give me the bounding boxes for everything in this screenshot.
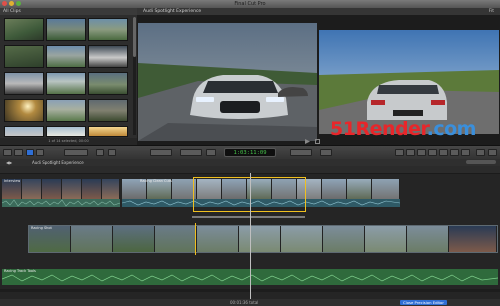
clip-label: Racing Clean Cuts <box>140 179 172 183</box>
themes-button[interactable] <box>439 149 448 156</box>
clip-thumbnail[interactable] <box>88 18 128 41</box>
import-button[interactable] <box>3 149 12 156</box>
keyword-button[interactable] <box>26 149 34 156</box>
back-icon[interactable]: ◀▶ <box>6 159 12 166</box>
clip-thumbnail[interactable] <box>88 45 128 68</box>
viewer-header: Audi Spotlight Experience Fit <box>137 8 500 15</box>
viewer-zoom[interactable]: Fit <box>489 8 494 15</box>
reject-button[interactable] <box>96 149 104 156</box>
titles-button[interactable] <box>417 149 426 156</box>
media-browser-button[interactable] <box>395 149 404 156</box>
append-button[interactable] <box>108 149 116 156</box>
clip-label: Interview <box>4 179 21 183</box>
edit-point-marker[interactable] <box>195 223 196 255</box>
play-icon[interactable] <box>305 139 310 144</box>
clip-thumbnail[interactable] <box>88 99 128 122</box>
clip-thumbnail[interactable] <box>4 72 44 95</box>
clip-thumbnail[interactable] <box>4 126 44 137</box>
dashboard-timecode[interactable]: 1:03:11:09 <box>224 148 276 157</box>
watermark-prefix: 51Render <box>330 118 427 140</box>
edit-tools[interactable] <box>150 149 172 156</box>
browser-status: 1 of 14 selected, 00:00 <box>0 138 137 145</box>
photos-button[interactable] <box>450 149 459 156</box>
window-title: Final Cut Pro <box>234 1 266 7</box>
loop-icon[interactable] <box>315 139 320 144</box>
clip-thumbnail[interactable] <box>4 99 44 122</box>
clip-audio-waveform <box>2 199 120 207</box>
watermark: 51Render.com <box>330 118 476 140</box>
playhead[interactable] <box>250 173 251 299</box>
viewer-title: Audi Spotlight Experience <box>143 9 202 14</box>
timeline-project-title: Audi Spotlight Experience <box>32 160 84 165</box>
timeline-header: ◀▶ Audi Spotlight Experience <box>0 159 500 166</box>
viewer: Audi Spotlight Experience Fit 51Render.c… <box>137 8 500 145</box>
window-titlebar: Final Cut Pro <box>0 0 500 8</box>
music-button[interactable] <box>461 149 470 156</box>
clip-thumbnail[interactable] <box>46 45 86 68</box>
main-toolbar: 1:03:11:09 <box>0 145 500 160</box>
browser-scrollbar[interactable] <box>133 17 136 135</box>
browser-title: All Clips <box>0 8 137 15</box>
clip-thumbnail[interactable] <box>46 126 86 137</box>
library-button[interactable] <box>14 149 23 156</box>
viewer-frame-left <box>138 23 317 141</box>
close-precision-editor-button[interactable]: Close Precision Editor <box>400 300 447 305</box>
clip-thumbnail[interactable] <box>46 99 86 122</box>
clip-label: Racing Shot <box>31 226 52 230</box>
viewer-controls <box>137 138 500 145</box>
clip-thumbnail[interactable] <box>88 72 128 95</box>
tool-menu[interactable] <box>206 149 216 156</box>
car-front-image <box>138 23 317 141</box>
clip-thumbnail[interactable] <box>88 126 128 137</box>
generators-button[interactable] <box>428 149 437 156</box>
effects-button[interactable] <box>406 149 415 156</box>
inspector-button[interactable] <box>476 149 485 156</box>
select-tool[interactable] <box>180 149 202 156</box>
watermark-suffix: .com <box>426 118 477 140</box>
transitions-button[interactable] <box>320 149 332 156</box>
clip-thumbnail[interactable] <box>4 18 44 41</box>
zoom-slider[interactable] <box>466 160 496 164</box>
event-browser: All Clips 1 of 14 selected, 00:00 <box>0 8 137 145</box>
timeline-duration: 00:01:36 total <box>230 300 259 305</box>
analyze-button[interactable] <box>36 149 44 156</box>
clip-thumbnail[interactable] <box>4 45 44 68</box>
share-button[interactable] <box>488 149 497 156</box>
clip-thumbnail[interactable] <box>46 18 86 41</box>
status-bar: 00:01:36 total Close Precision Editor <box>0 299 500 306</box>
precision-bar <box>192 216 305 218</box>
clip-thumbnail[interactable] <box>46 72 86 95</box>
clip-racing-shot[interactable]: Racing Shot <box>28 225 498 253</box>
clip-interview[interactable]: Interview <box>2 179 120 199</box>
filter-popup[interactable] <box>64 149 88 156</box>
audio-meter[interactable] <box>290 149 312 156</box>
timeline: ◀▶ Audi Spotlight Experience Interview R… <box>0 159 500 299</box>
clip-label: Racing Track Tools <box>4 269 36 273</box>
